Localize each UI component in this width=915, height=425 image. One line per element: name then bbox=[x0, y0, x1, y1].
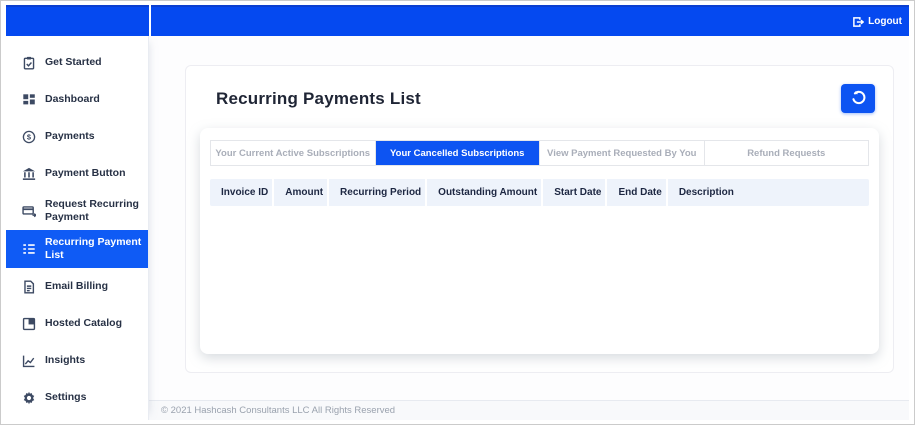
table-column-label: Recurring Period bbox=[340, 187, 422, 198]
table-body-empty bbox=[210, 206, 869, 326]
sidebar-item-get-started[interactable]: Get Started bbox=[6, 44, 148, 81]
sidebar-item-email-billing[interactable]: Email Billing bbox=[6, 268, 148, 305]
sidebar-item-label: Payment Button bbox=[45, 166, 126, 179]
app-frame: Logout Get Started Dashboard $ Payments … bbox=[0, 0, 915, 425]
table-column-label: Description bbox=[678, 187, 734, 198]
tab-label: Your Cancelled Subscriptions bbox=[390, 148, 525, 159]
list-icon bbox=[21, 242, 36, 257]
sidebar-item-label: Insights bbox=[45, 353, 86, 366]
sidebar-item-payments[interactable]: $ Payments bbox=[6, 118, 148, 155]
table-column-header: Recurring Period bbox=[329, 179, 428, 206]
sidebar-item-label: Get Started bbox=[45, 55, 102, 68]
file-text-icon bbox=[21, 279, 36, 294]
sidebar-item-dashboard[interactable]: Dashboard bbox=[6, 81, 148, 118]
sidebar-item-label: Request Recurring Payment bbox=[45, 197, 139, 223]
tab-refund-requests[interactable]: Refund Requests bbox=[705, 141, 869, 165]
app: Logout Get Started Dashboard $ Payments … bbox=[6, 5, 909, 420]
table-column-header: Amount bbox=[274, 179, 330, 206]
tab-label: View Payment Requested By You bbox=[547, 148, 697, 159]
sidebar-item-label: Recurring Payment List bbox=[45, 235, 142, 261]
sidebar-item-label: Hosted Catalog bbox=[45, 316, 123, 329]
bank-icon bbox=[21, 166, 36, 181]
sidebar-item-settings[interactable]: Settings bbox=[6, 379, 148, 416]
table-column-header: End Date bbox=[607, 179, 668, 206]
card-request-icon bbox=[21, 204, 36, 219]
refresh-history-button[interactable] bbox=[841, 84, 875, 113]
table-column-header: Outstanding Amount bbox=[427, 179, 544, 206]
logout-icon bbox=[852, 16, 865, 28]
tab-label: Refund Requests bbox=[747, 148, 826, 159]
main-area: Recurring Payments List Your Current Act bbox=[149, 36, 909, 420]
history-icon bbox=[851, 90, 866, 108]
sidebar-item-insights[interactable]: Insights bbox=[6, 342, 148, 379]
logout-label: Logout bbox=[868, 16, 902, 27]
sidebar-item-label: Email Billing bbox=[45, 279, 109, 292]
gear-icon bbox=[21, 390, 36, 405]
chart-icon bbox=[21, 353, 36, 368]
tab-view-payment-requested-by-you[interactable]: View Payment Requested By You bbox=[540, 141, 705, 165]
card-header: Recurring Payments List bbox=[200, 84, 879, 113]
sidebar: Get Started Dashboard $ Payments Payment… bbox=[6, 36, 149, 420]
sidebar-item-request-recurring-payment[interactable]: Request Recurring Payment bbox=[6, 192, 148, 230]
table-column-label: Amount bbox=[285, 187, 324, 198]
table-column-header: Start Date bbox=[543, 179, 608, 206]
table-column-label: Outstanding Amount bbox=[438, 187, 538, 198]
table-column-header: Invoice ID bbox=[210, 179, 275, 206]
logout-button[interactable]: Logout bbox=[852, 16, 902, 28]
sidebar-item-hosted-catalog[interactable]: Hosted Catalog bbox=[6, 305, 148, 342]
sidebar-item-label: Payments bbox=[45, 129, 95, 142]
svg-text:$: $ bbox=[26, 132, 31, 141]
sidebar-item-payment-button[interactable]: Payment Button bbox=[6, 155, 148, 192]
footer: © 2021 Hashcash Consultants LLC All Righ… bbox=[149, 400, 909, 420]
topbar-main: Logout bbox=[151, 5, 909, 36]
topbar-brand-area bbox=[6, 5, 149, 36]
table-column-label: End Date bbox=[618, 187, 662, 198]
recurring-payments-card: Recurring Payments List Your Current Act bbox=[185, 65, 894, 373]
clipboard-check-icon bbox=[21, 55, 36, 70]
grid-icon bbox=[21, 92, 36, 107]
dollar-circle-icon: $ bbox=[21, 129, 36, 144]
sidebar-item-label: Settings bbox=[45, 390, 87, 403]
copyright-text: © 2021 Hashcash Consultants LLC All Righ… bbox=[161, 405, 396, 416]
tab-your-current-active-subscriptions[interactable]: Your Current Active Subscriptions bbox=[211, 141, 376, 165]
table-column-header: Description bbox=[668, 179, 869, 206]
topbar: Logout bbox=[6, 5, 909, 36]
tab-your-cancelled-subscriptions[interactable]: Your Cancelled Subscriptions bbox=[375, 141, 540, 165]
table-column-label: Start Date bbox=[554, 187, 602, 198]
tab-bar: Your Current Active Subscriptions Your C… bbox=[210, 140, 869, 166]
page-title: Recurring Payments List bbox=[216, 88, 421, 108]
sidebar-item-recurring-payment-list[interactable]: Recurring Payment List bbox=[6, 230, 148, 268]
tab-label: Your Current Active Subscriptions bbox=[215, 148, 371, 159]
subscriptions-panel: Your Current Active Subscriptions Your C… bbox=[200, 128, 879, 354]
shell: Get Started Dashboard $ Payments Payment… bbox=[6, 36, 909, 420]
table-header-row: Invoice ID Amount Recurring Period Outst… bbox=[210, 179, 869, 206]
image-icon bbox=[21, 316, 36, 331]
table-column-label: Invoice ID bbox=[221, 187, 269, 198]
content: Recurring Payments List Your Current Act bbox=[149, 36, 909, 400]
sidebar-item-label: Dashboard bbox=[45, 92, 100, 105]
